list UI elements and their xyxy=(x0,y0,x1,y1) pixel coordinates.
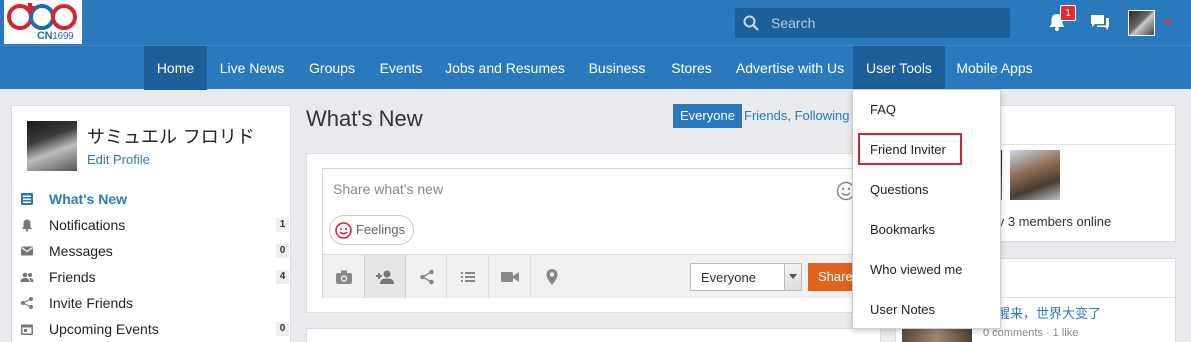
search-box[interactable] xyxy=(735,8,1010,38)
sidebar-count-badge: 0 xyxy=(276,322,289,336)
menu-item-who-viewed-me[interactable]: Who viewed me xyxy=(853,250,1000,290)
share-icon xyxy=(420,269,434,284)
search-icon xyxy=(743,15,759,31)
profile-name[interactable]: サミュエル フロリド xyxy=(87,123,255,149)
video-button[interactable] xyxy=(488,255,530,298)
sidebar-count-badge: 0 xyxy=(276,244,289,258)
composer-box: Share what's new Feelings Everyone Share xyxy=(322,168,865,298)
list-icon xyxy=(460,271,475,282)
nav-home[interactable]: Home xyxy=(144,46,207,90)
nav-groups[interactable]: Groups xyxy=(297,46,367,90)
site-logo[interactable]: CN1699 xyxy=(4,0,82,44)
nav-live-news[interactable]: Live News xyxy=(211,46,293,90)
nav-events[interactable]: Events xyxy=(370,46,432,90)
photo-button[interactable] xyxy=(323,255,365,298)
page-title: What's New xyxy=(306,106,423,131)
nav-business[interactable]: Business xyxy=(577,46,657,90)
menu-item-label: User Notes xyxy=(870,302,936,317)
filter-everyone-tab[interactable]: Everyone xyxy=(673,104,742,128)
user-avatar[interactable] xyxy=(1128,10,1155,36)
sidebar-count-badge: 4 xyxy=(276,270,289,284)
menu-item-label: FAQ xyxy=(870,102,897,117)
sidebar-item-notifications[interactable]: Notifications 1 xyxy=(12,212,292,238)
sidebar-item-whats-new[interactable]: What's New xyxy=(12,186,292,212)
menu-item-label: Questions xyxy=(870,182,929,197)
nav-user-tools[interactable]: User Tools xyxy=(853,46,945,90)
friends-icon xyxy=(20,272,34,282)
sidebar-item-label: Messages xyxy=(49,243,113,259)
main-navigation: Home Live News Groups Events Jobs and Re… xyxy=(0,45,1191,90)
left-sidebar: サミュエル フロリド Edit Profile What's New Notif… xyxy=(11,105,291,342)
profile-picture[interactable] xyxy=(27,121,77,171)
bell-icon xyxy=(22,219,32,232)
add-person-icon xyxy=(376,270,394,284)
nav-jobs-and-resumes[interactable]: Jobs and Resumes xyxy=(435,46,575,90)
online-member-avatar[interactable] xyxy=(1010,150,1060,200)
sidebar-item-label: Friends xyxy=(49,269,96,285)
online-members-count: ntly 3 members online xyxy=(984,214,1112,229)
user-menu-caret-icon[interactable] xyxy=(1164,20,1172,25)
logo-text: CN1699 xyxy=(37,30,74,42)
list-button[interactable] xyxy=(446,255,488,298)
feelings-label: Feelings xyxy=(356,222,406,237)
sidebar-item-messages[interactable]: Messages 0 xyxy=(12,238,292,264)
nav-advertise-with-us[interactable]: Advertise with Us xyxy=(726,46,854,90)
menu-item-label: Bookmarks xyxy=(870,222,936,237)
sidebar-item-upcoming-events[interactable]: Upcoming Events 0 xyxy=(12,316,292,342)
menu-item-user-notes[interactable]: User Notes xyxy=(853,290,1000,330)
select-arrow-icon xyxy=(784,264,801,290)
composer-toolbar: Everyone Share xyxy=(323,254,864,298)
status-input[interactable]: Share what's new xyxy=(333,181,443,197)
edit-profile-link[interactable]: Edit Profile xyxy=(87,152,150,167)
top-header: CN1699 1 xyxy=(0,0,1191,45)
menu-item-faq[interactable]: FAQ xyxy=(853,90,1000,130)
search-input[interactable] xyxy=(771,8,1001,38)
messages-chat-icon[interactable] xyxy=(1089,13,1111,33)
menu-item-questions[interactable]: Questions xyxy=(853,170,1000,210)
location-button[interactable] xyxy=(530,255,572,298)
selection-highlight-box xyxy=(858,133,962,165)
user-tools-dropdown: FAQ Friend Inviter Questions Bookmarks W… xyxy=(852,89,1001,329)
camera-icon xyxy=(336,270,352,284)
menu-item-bookmarks[interactable]: Bookmarks xyxy=(853,210,1000,250)
news-thumbnail[interactable] xyxy=(902,329,972,342)
share-link-button[interactable] xyxy=(406,255,448,298)
sidebar-item-friends[interactable]: Friends 4 xyxy=(12,264,292,290)
news-title-link[interactable]: 觉醒来，世界大变了 xyxy=(984,303,1101,322)
news-feed-icon xyxy=(21,193,33,205)
privacy-select[interactable]: Everyone xyxy=(690,263,802,291)
nav-stores[interactable]: Stores xyxy=(660,46,723,90)
filter-friends-tab[interactable]: Friends, Following & xyxy=(744,104,862,128)
nav-mobile-apps[interactable]: Mobile Apps xyxy=(947,46,1042,90)
tag-friends-button[interactable] xyxy=(364,255,406,298)
sidebar-count-badge: 1 xyxy=(276,218,289,232)
feelings-button[interactable]: Feelings xyxy=(329,215,415,245)
map-pin-icon xyxy=(546,268,557,285)
envelope-icon xyxy=(21,246,33,256)
share-icon xyxy=(21,297,33,309)
video-camera-icon xyxy=(500,271,519,282)
feed-item xyxy=(306,328,881,342)
privacy-select-value: Everyone xyxy=(701,270,756,285)
status-composer: Share what's new Feelings Everyone Share xyxy=(306,153,881,313)
menu-item-label: Who viewed me xyxy=(870,262,963,277)
notifications-count-badge: 1 xyxy=(1060,5,1076,21)
sidebar-item-label: Invite Friends xyxy=(49,295,134,311)
feelings-smiley-icon xyxy=(335,222,352,239)
sidebar-item-label: What's New xyxy=(49,191,128,207)
sidebar-item-invite-friends[interactable]: Invite Friends xyxy=(12,290,292,316)
sidebar-item-label: Notifications xyxy=(49,217,126,233)
sidebar-item-label: Upcoming Events xyxy=(49,321,159,337)
calendar-icon xyxy=(21,324,33,335)
